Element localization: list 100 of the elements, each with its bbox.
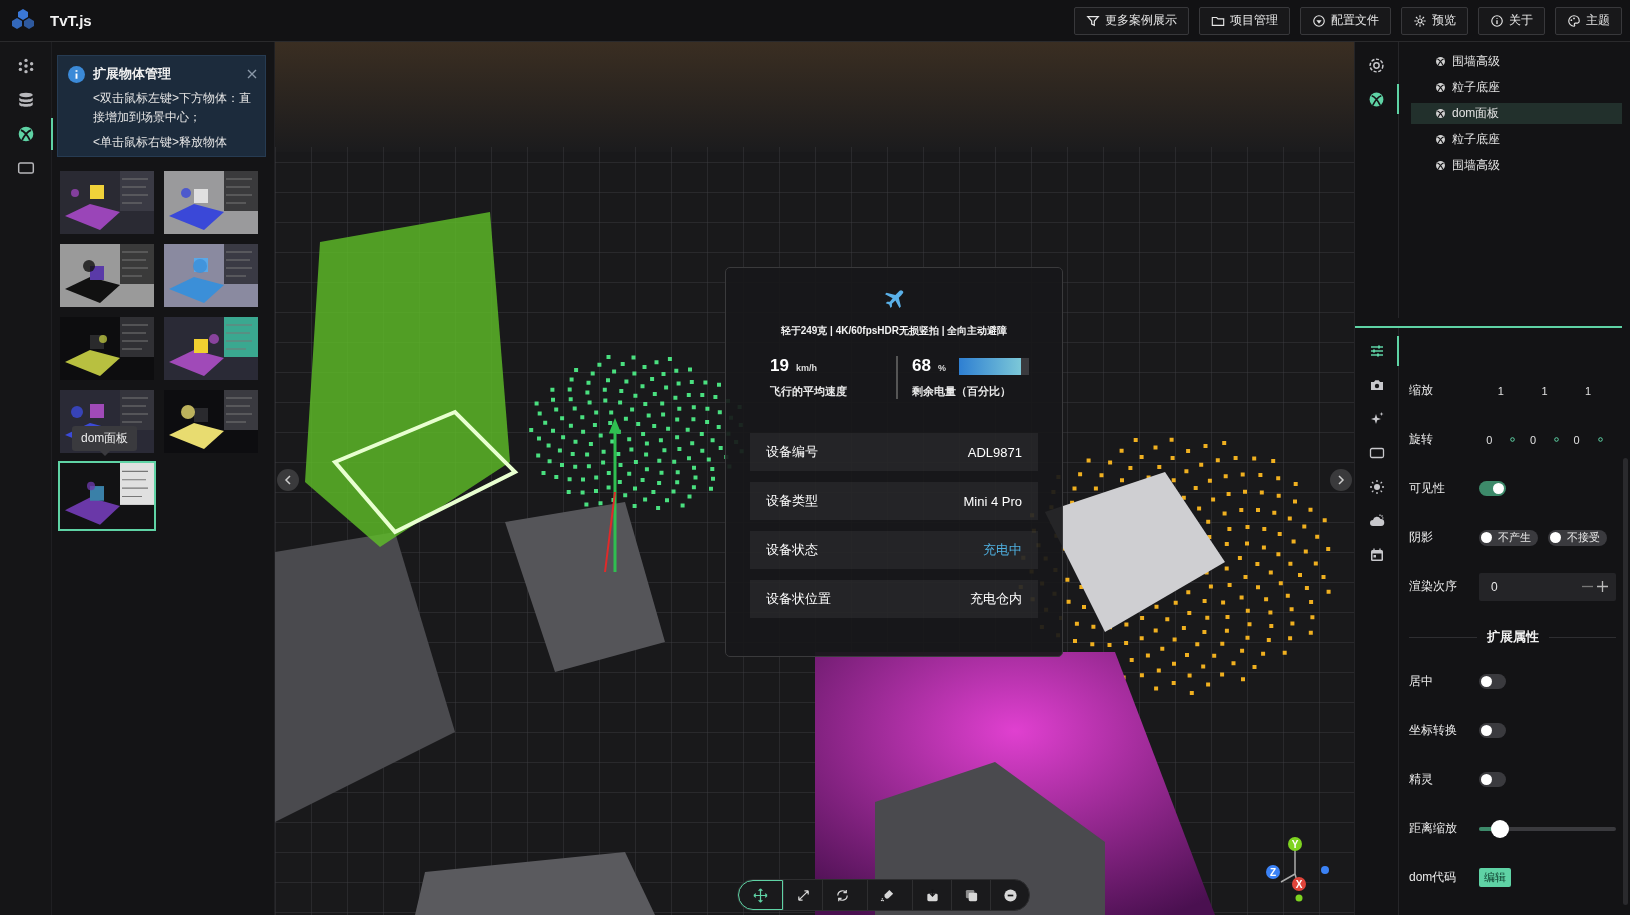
settings-icon [1413, 13, 1427, 28]
toolbar-button[interactable]: 配置文件 [1300, 6, 1391, 35]
camera-icon [1368, 377, 1385, 393]
property-label: 距离缩放 [1409, 820, 1458, 837]
tree-item[interactable]: 粒子底座 [1411, 129, 1622, 150]
stat-value: 68 [912, 356, 931, 376]
scrollbar[interactable] [1623, 458, 1628, 905]
thumbnail[interactable]: dom面板 [58, 388, 156, 455]
property-label: dom代码 [1409, 869, 1458, 886]
axis-label: Z [1269, 867, 1277, 878]
info-icon [1490, 13, 1504, 28]
database-icon [16, 91, 35, 109]
toggle-switch[interactable] [1479, 772, 1506, 787]
property-label: 精灵 [1409, 771, 1434, 788]
ball-icon [16, 125, 35, 143]
property-value: 0 [1573, 433, 1580, 446]
row-label: 设备编号 [766, 443, 818, 461]
section-heading: 扩展属性 [1486, 628, 1539, 646]
toolbar-button[interactable]: 更多案例展示 [1074, 6, 1189, 35]
close-icon[interactable] [247, 69, 257, 79]
toolbar-button[interactable]: 主题 [1555, 6, 1622, 35]
palette-icon [1567, 13, 1581, 28]
move-icon [753, 887, 768, 903]
badge-icon [1312, 13, 1326, 28]
row-value: ADL9871 [967, 444, 1022, 460]
info-icon [68, 66, 85, 83]
notice-text: <单击鼠标右键>释放物体 [93, 134, 228, 151]
toolbar-button[interactable]: 预览 [1401, 6, 1468, 35]
airplane-icon [883, 288, 905, 310]
stat-unit: km/h [795, 363, 817, 373]
degree-icon [1510, 437, 1516, 442]
row-value: Mini 4 Pro [963, 493, 1022, 509]
slider-thumb[interactable] [1490, 819, 1509, 838]
property-value: 1 [1497, 384, 1504, 397]
property-label: 旋转 [1409, 431, 1434, 448]
property-value: 1 [1541, 384, 1548, 397]
aperture-icon [1368, 56, 1385, 74]
toggle-chip[interactable]: 不产生 [1479, 529, 1538, 546]
resize-icon [795, 887, 811, 903]
app-title: TvT.js [50, 12, 92, 29]
toggle-switch[interactable] [1479, 723, 1506, 738]
chevron-left-icon [284, 475, 292, 485]
nodes-icon [16, 57, 35, 75]
notice-text: <双击鼠标左键>下方物体：直接增加到场景中心； [93, 90, 252, 126]
row-value: 充电中 [983, 541, 1022, 559]
ball-icon [1368, 90, 1385, 108]
row-value: 充电仓内 [970, 590, 1022, 608]
number-field[interactable]: 0 [1479, 572, 1616, 601]
row-label: 设备状位置 [766, 590, 831, 608]
tagline: 轻于249克 | 4K/60fpsHDR无损竖拍 | 全向主动避障 [780, 324, 1008, 338]
property-label: 居中 [1409, 673, 1434, 690]
property-label: 渲染次序 [1409, 578, 1458, 595]
axis-handle[interactable] [1321, 866, 1329, 874]
property-value: 0 [1486, 433, 1493, 446]
stat-label: 飞行的平均速度 [770, 384, 848, 399]
property-label: 缩放 [1409, 382, 1434, 399]
ball-icon [1435, 56, 1446, 67]
property-label: 坐标转换 [1409, 722, 1458, 739]
toggle-chip[interactable]: 不接受 [1548, 529, 1607, 546]
axis-handle[interactable] [1295, 894, 1303, 902]
toolbar-button[interactable]: 关于 [1478, 6, 1545, 35]
property-label: 可见性 [1409, 480, 1446, 497]
chevron-right-icon [1337, 475, 1345, 485]
stat-unit: % [937, 363, 946, 373]
filter-icon [1086, 13, 1100, 28]
degree-icon [1597, 437, 1603, 442]
degree-icon [1554, 437, 1560, 442]
notice-title: 扩展物体管理 [93, 65, 171, 83]
stat-value: 19 [770, 356, 789, 376]
minus-icon [1002, 887, 1018, 903]
toggle-switch[interactable] [1479, 674, 1506, 689]
rectangle-icon [1368, 445, 1385, 461]
tree-item[interactable]: 围墙高级 [1411, 51, 1622, 72]
tooltip: dom面板 [72, 426, 138, 451]
row-label: 设备状态 [766, 541, 818, 559]
ball-icon [1435, 108, 1446, 119]
edit-button[interactable]: 编辑 [1479, 868, 1511, 887]
sun-icon [1368, 479, 1385, 495]
property-value: 1 [1585, 384, 1592, 397]
ball-icon [1435, 134, 1446, 145]
cloud-icon [1368, 513, 1385, 529]
ball-icon [1435, 82, 1446, 93]
tree-item[interactable]: 围墙高级 [1411, 155, 1622, 176]
copy-icon [963, 887, 979, 903]
calendar-icon [1368, 547, 1385, 563]
tree-item[interactable]: dom面板 [1411, 103, 1622, 124]
tree-item[interactable]: 粒子底座 [1411, 77, 1622, 98]
sliders-icon [1368, 343, 1385, 359]
stat-label: 剩余电量（百分比） [912, 384, 1012, 399]
rotate-icon [834, 887, 850, 903]
toggle-switch[interactable] [1479, 481, 1506, 496]
rectangle-icon [16, 159, 35, 177]
axis-label: X [1295, 879, 1303, 890]
property-value: 0 [1529, 433, 1537, 446]
ball-icon [1435, 160, 1446, 171]
plus-icon[interactable] [1597, 581, 1608, 592]
tooltip-pointer [99, 451, 110, 456]
toolbar-button[interactable]: 项目管理 [1199, 6, 1290, 35]
axis-label: Y [1291, 839, 1299, 850]
row-label: 设备类型 [766, 492, 818, 510]
